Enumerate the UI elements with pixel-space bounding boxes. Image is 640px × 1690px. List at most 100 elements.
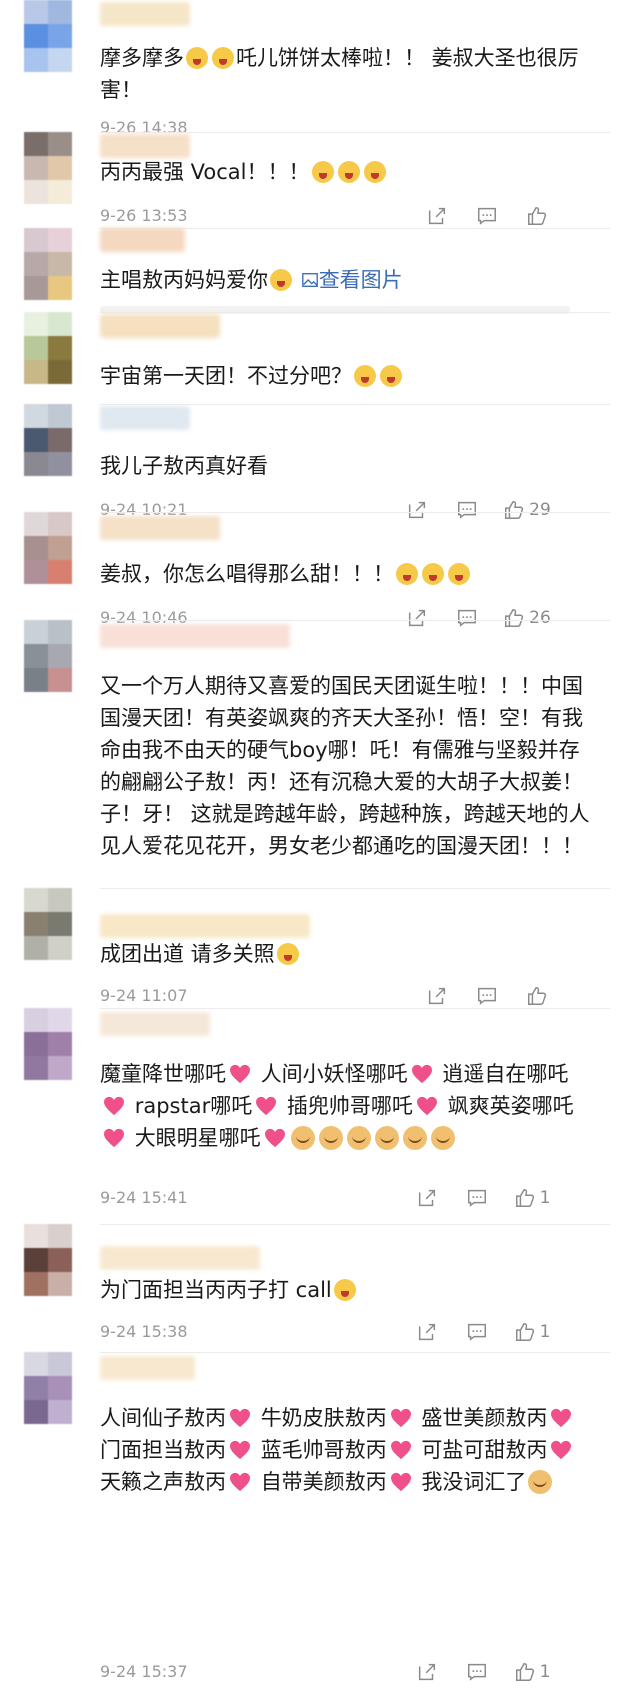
avatar[interactable]	[24, 620, 72, 692]
comment-text-part: 我儿子敖丙真好看	[100, 454, 268, 478]
share-icon	[408, 609, 426, 627]
comment-actions: 1	[402, 1186, 562, 1210]
avatar[interactable]	[24, 888, 72, 960]
avatar[interactable]	[24, 1352, 72, 1424]
divider	[100, 404, 610, 405]
like-button[interactable]: 1	[502, 1660, 562, 1684]
emoji-icon	[186, 47, 208, 69]
comment-button[interactable]	[452, 1320, 502, 1344]
username[interactable]	[100, 1246, 260, 1270]
comment-date: 9-26 14:38	[100, 118, 188, 132]
comment-icon	[468, 1189, 486, 1207]
doge-icon	[528, 1470, 553, 1494]
share-icon	[418, 1189, 436, 1207]
doge-icon	[290, 1126, 315, 1150]
heart-icon	[390, 1440, 411, 1460]
emoji-icon	[422, 563, 444, 585]
share-button[interactable]	[402, 1320, 452, 1344]
comment-text-part: 门面担当敖丙	[100, 1438, 226, 1462]
comment-text: 人间仙子敖丙 牛奶皮肤敖丙 盛世美颜敖丙 门面担当敖丙 蓝毛帅哥敖丙 可盐可甜敖…	[100, 1402, 590, 1498]
like-button[interactable]: 1	[502, 1320, 562, 1344]
comment-button[interactable]	[452, 1660, 502, 1684]
avatar[interactable]	[24, 1224, 72, 1296]
comment-button[interactable]	[442, 606, 492, 630]
like-button[interactable]: 29	[492, 498, 562, 522]
emoji-icon	[448, 563, 470, 585]
comment-text: 我儿子敖丙真好看	[100, 450, 590, 482]
comment-text: 宇宙第一天团！不过分吧？	[100, 360, 590, 392]
share-icon	[418, 1663, 436, 1681]
comment-button[interactable]	[442, 498, 492, 522]
heart-icon	[230, 1440, 250, 1460]
comment-text-part: 插兜帅哥哪吒	[286, 1094, 413, 1118]
heart-icon	[416, 1096, 437, 1116]
comment-meta: 9-26 13:53	[100, 204, 580, 228]
like-count: 1	[539, 1662, 551, 1682]
username[interactable]	[100, 516, 220, 540]
comment-text-part: 又一个万人期待又喜爱的国民天团诞生啦！！！中国国漫天团！有英姿飒爽的齐天大圣孙！…	[100, 674, 590, 858]
comment-text-part: 蓝毛帅哥敖丙	[260, 1438, 387, 1462]
comment-button[interactable]	[452, 1186, 502, 1210]
image-icon	[301, 273, 318, 287]
comment-date: 9-26 13:53	[100, 206, 188, 225]
avatar[interactable]	[24, 228, 72, 300]
comment-button[interactable]	[462, 984, 512, 1008]
like-button[interactable]	[512, 204, 562, 228]
comment-text: 摩多摩多 吒儿饼饼太棒啦！！ 姜叔大圣也很厉害！	[100, 42, 590, 106]
share-button[interactable]	[392, 606, 442, 630]
share-button[interactable]	[402, 1186, 452, 1210]
comment-meta: 9-26 14:38	[100, 116, 580, 132]
share-icon	[418, 1323, 436, 1341]
comment-text: 为门面担当丙丙子打 call	[100, 1274, 590, 1306]
username[interactable]	[100, 624, 290, 648]
comment-text-part: 人间小妖怪哪吒	[260, 1062, 408, 1086]
comment-text-part: 天籁之声敖丙	[100, 1470, 226, 1494]
username[interactable]	[100, 1012, 210, 1036]
comment-text: 魔童降世哪吒 人间小妖怪哪吒 逍遥自在哪吒 rapstar哪吒 插兜帅哥哪吒 飒…	[100, 1058, 590, 1154]
comment-text-part: 自带美颜敖丙	[260, 1470, 387, 1494]
like-count: 26	[529, 608, 551, 628]
share-icon	[428, 207, 446, 225]
comment-meta: 9-24 15:38 1	[100, 1320, 580, 1344]
like-button[interactable]	[512, 984, 562, 1008]
like-count: 29	[529, 500, 551, 520]
username[interactable]	[100, 914, 310, 938]
comment-icon	[468, 1663, 486, 1681]
share-button[interactable]	[402, 1660, 452, 1684]
username[interactable]	[100, 1356, 195, 1380]
avatar[interactable]	[24, 0, 72, 72]
share-button[interactable]	[412, 204, 462, 228]
view-image-link[interactable]: 查看图片	[301, 268, 403, 292]
like-button[interactable]: 1	[502, 1186, 562, 1210]
divider	[100, 888, 610, 889]
comment-text-part: rapstar哪吒	[134, 1094, 253, 1118]
username[interactable]	[100, 2, 190, 26]
emoji-icon	[333, 1279, 356, 1301]
comment-text: 主唱敖丙妈妈爱你 查看图片	[100, 264, 590, 296]
comment-text-part: 飒爽英姿哪吒	[447, 1094, 574, 1118]
doge-icon	[346, 1126, 371, 1150]
avatar[interactable]	[24, 512, 72, 584]
avatar[interactable]	[24, 312, 72, 384]
comment-icon	[468, 1323, 486, 1341]
thumbs-up-icon	[515, 1323, 534, 1341]
avatar[interactable]	[24, 132, 72, 204]
username[interactable]	[100, 228, 185, 252]
like-button[interactable]: 26	[492, 606, 562, 630]
comment-meta: 9-24 11:07	[100, 984, 580, 1008]
avatar[interactable]	[24, 404, 72, 476]
comment-text-part: 丙丙最强 Vocal！！！	[100, 160, 310, 184]
avatar[interactable]	[24, 1008, 72, 1080]
heart-icon	[551, 1408, 572, 1428]
comment-text-part: 我没词汇了	[421, 1470, 527, 1494]
share-button[interactable]	[392, 498, 442, 522]
username[interactable]	[100, 134, 190, 158]
comment-text-part: 成团出道 请多关照	[100, 942, 275, 966]
comment-button[interactable]	[462, 204, 512, 228]
username[interactable]	[100, 406, 190, 430]
like-count: 1	[539, 1322, 551, 1342]
share-button[interactable]	[412, 984, 462, 1008]
thumbs-up-icon	[528, 207, 547, 225]
username[interactable]	[100, 314, 220, 338]
comment-date: 9-24 15:37	[100, 1662, 188, 1681]
